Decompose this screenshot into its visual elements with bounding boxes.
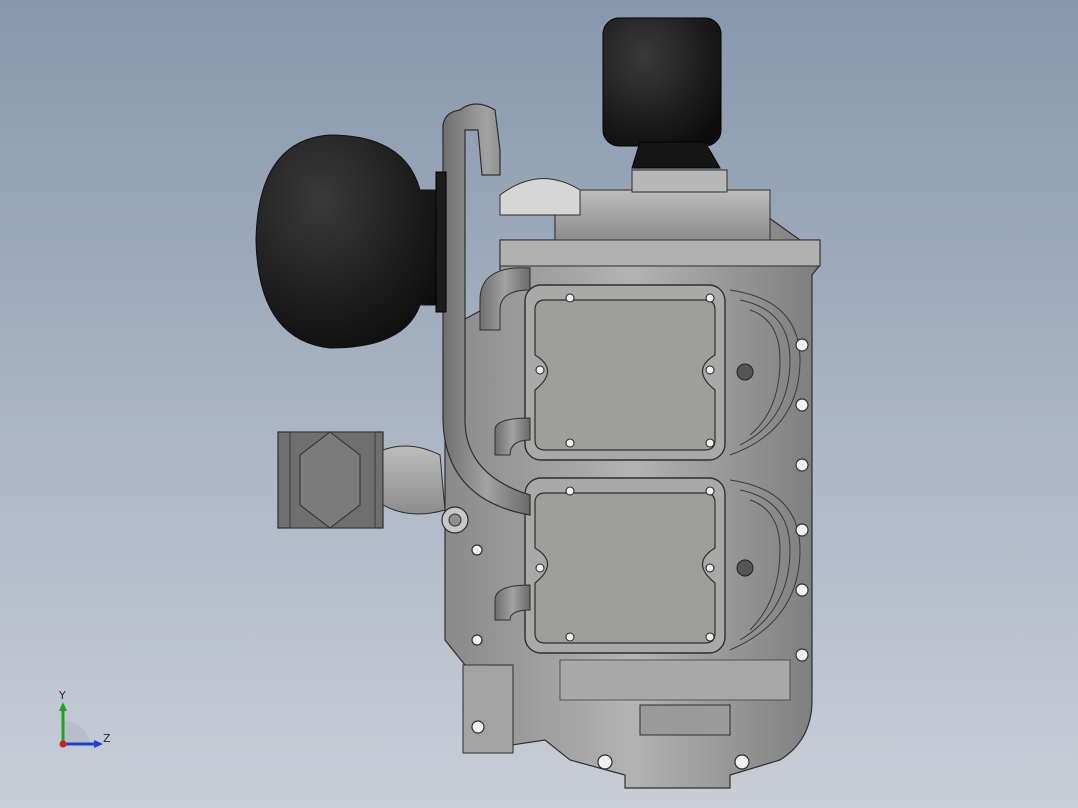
cylinder-head-lower [524, 477, 754, 654]
triad-z-label: Z [103, 732, 111, 745]
axis-triad[interactable] [40, 680, 130, 770]
left-fitting [277, 431, 469, 534]
cylinder-head-upper [524, 284, 754, 461]
triad-y-label: Y [59, 689, 66, 702]
x-axis-dot-icon [59, 740, 67, 748]
triad-plane-icon [63, 720, 90, 744]
air-filter [255, 134, 447, 349]
engine-3d-model[interactable] [0, 0, 1078, 808]
top-black-box [602, 17, 722, 169]
graphics-viewport[interactable]: Y Z [0, 0, 1078, 808]
z-axis-arrowhead-icon [94, 740, 103, 748]
y-axis-arrowhead-icon [59, 702, 67, 711]
